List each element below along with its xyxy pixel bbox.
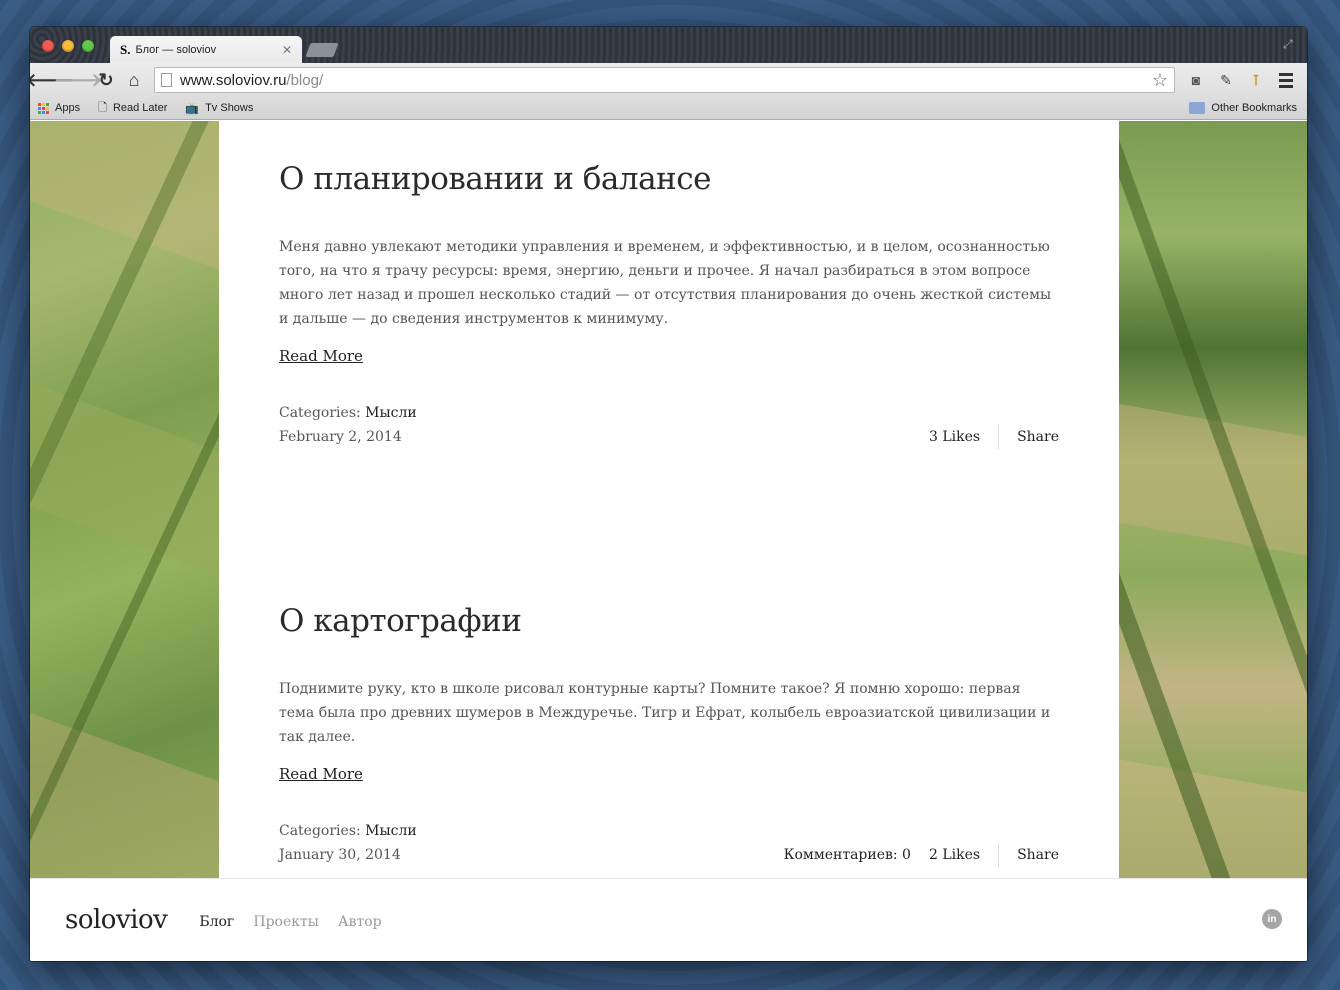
post-title[interactable]: О картографии [279,603,1059,639]
categories-label: Categories: [279,823,361,839]
category-link[interactable]: Мысли [365,823,417,839]
post-meta: Categories: Мысли February 2, 2014 3 Lik… [279,401,1059,449]
reload-button[interactable]: ↻ [92,67,120,93]
apps-grid-icon [38,102,49,114]
post-categories: Categories: Мысли [279,401,1059,425]
background-landscape-right [1119,121,1307,878]
toolbar-extension-icon[interactable]: ⊺ [1241,72,1271,89]
browser-window: S. Блог — soloviov ✕ ⤢ 🡐 🡒 ↻ ⌂ www.solov… [30,27,1307,961]
share-button[interactable]: Share [999,843,1059,867]
post-actions: 3 Likes Share [929,425,1059,449]
linkedin-icon[interactable]: in [1262,909,1282,929]
nav-author[interactable]: Автор [338,914,382,930]
hamburger-icon [1279,72,1293,88]
comments-link[interactable]: Комментариев: 0 [784,843,911,867]
pocket-extension-icon[interactable]: ◙ [1181,72,1211,88]
home-icon: ⌂ [128,69,140,90]
bookmark-apps[interactable]: Apps [38,102,80,114]
tab-title: Блог — soloviov [135,43,217,56]
reload-icon: ↻ [98,69,114,90]
blog-post: О картографии Поднимите руку, кто в школ… [279,603,1059,867]
nav-projects[interactable]: Проекты [253,914,319,930]
evernote-extension-icon[interactable]: ✎ [1211,72,1241,89]
site-logo[interactable]: soloviov [65,905,168,935]
url-path: /blog/ [286,71,324,89]
document-icon: 🗋 [98,101,107,114]
likes-button[interactable]: 2 Likes [929,843,1000,867]
bookmark-label: Tv Shows [205,102,254,114]
categories-label: Categories: [279,405,361,421]
home-button[interactable]: ⌂ [120,67,148,93]
footer-nav: Блог Проекты Автор [199,911,395,930]
url-host: www.soloviov.ru [180,71,287,89]
minimize-window-button[interactable] [62,40,74,52]
tv-icon: 📺 [185,102,200,115]
site-footer: soloviov Блог Проекты Автор in [30,878,1307,961]
close-window-button[interactable] [42,40,54,52]
blog-post: О планировании и балансе Меня давно увле… [279,161,1059,449]
read-more-link[interactable]: Read More [279,347,363,365]
page-icon [161,73,172,87]
post-actions: Комментариев: 0 2 Likes Share [784,843,1059,867]
chrome-menu-button[interactable] [1271,72,1301,88]
nav-blog[interactable]: Блог [199,914,234,930]
bookmark-star-icon[interactable]: ☆ [1152,70,1168,91]
address-bar[interactable]: www.soloviov.ru/blog/ ☆ [154,67,1175,93]
post-excerpt: Поднимите руку, кто в школе рисовал конт… [279,681,1051,745]
read-more-link[interactable]: Read More [279,765,363,783]
post-excerpt: Меня давно увлекают методики управления … [279,239,1052,327]
bookmark-other-label: Other Bookmarks [1211,102,1297,114]
post-categories: Categories: Мысли [279,819,1059,843]
bookmark-label: Read Later [112,102,168,114]
bookmarks-bar: Apps 🗋 Read Later 📺 Tv Shows Other Bookm… [30,97,1307,120]
browser-toolbar: 🡐 🡒 ↻ ⌂ www.soloviov.ru/blog/ ☆ ◙ ✎ ⊺ [30,63,1307,97]
blog-content: О планировании и балансе Меня давно увле… [219,121,1119,878]
fullscreen-icon[interactable]: ⤢ [1283,37,1297,51]
folder-icon [1189,102,1206,114]
background-landscape-left [30,121,219,878]
bookmark-read-later[interactable]: 🗋 Read Later [98,99,167,118]
post-title[interactable]: О планировании и балансе [279,161,1059,197]
bookmark-tv-shows[interactable]: 📺 Tv Shows [185,102,253,115]
page-viewport[interactable]: О планировании и балансе Меня давно увле… [30,121,1307,961]
site-favicon-icon: S. [120,41,131,57]
bookmark-apps-label: Apps [55,102,81,114]
tab-blog[interactable]: S. Блог — soloviov ✕ [110,36,302,63]
likes-button[interactable]: 3 Likes [929,425,1000,449]
tab-strip: S. Блог — soloviov ✕ ⤢ [30,27,1307,63]
zoom-window-button[interactable] [82,40,94,52]
new-tab-button[interactable] [305,43,339,57]
bookmark-other[interactable]: Other Bookmarks [1189,102,1297,114]
share-button[interactable]: Share [999,425,1059,449]
tab-close-icon[interactable]: ✕ [282,43,292,57]
category-link[interactable]: Мысли [365,405,417,421]
post-meta: Categories: Мысли January 30, 2014 Комме… [279,819,1059,867]
window-controls [42,40,94,52]
forward-button[interactable]: 🡒 [54,67,102,93]
